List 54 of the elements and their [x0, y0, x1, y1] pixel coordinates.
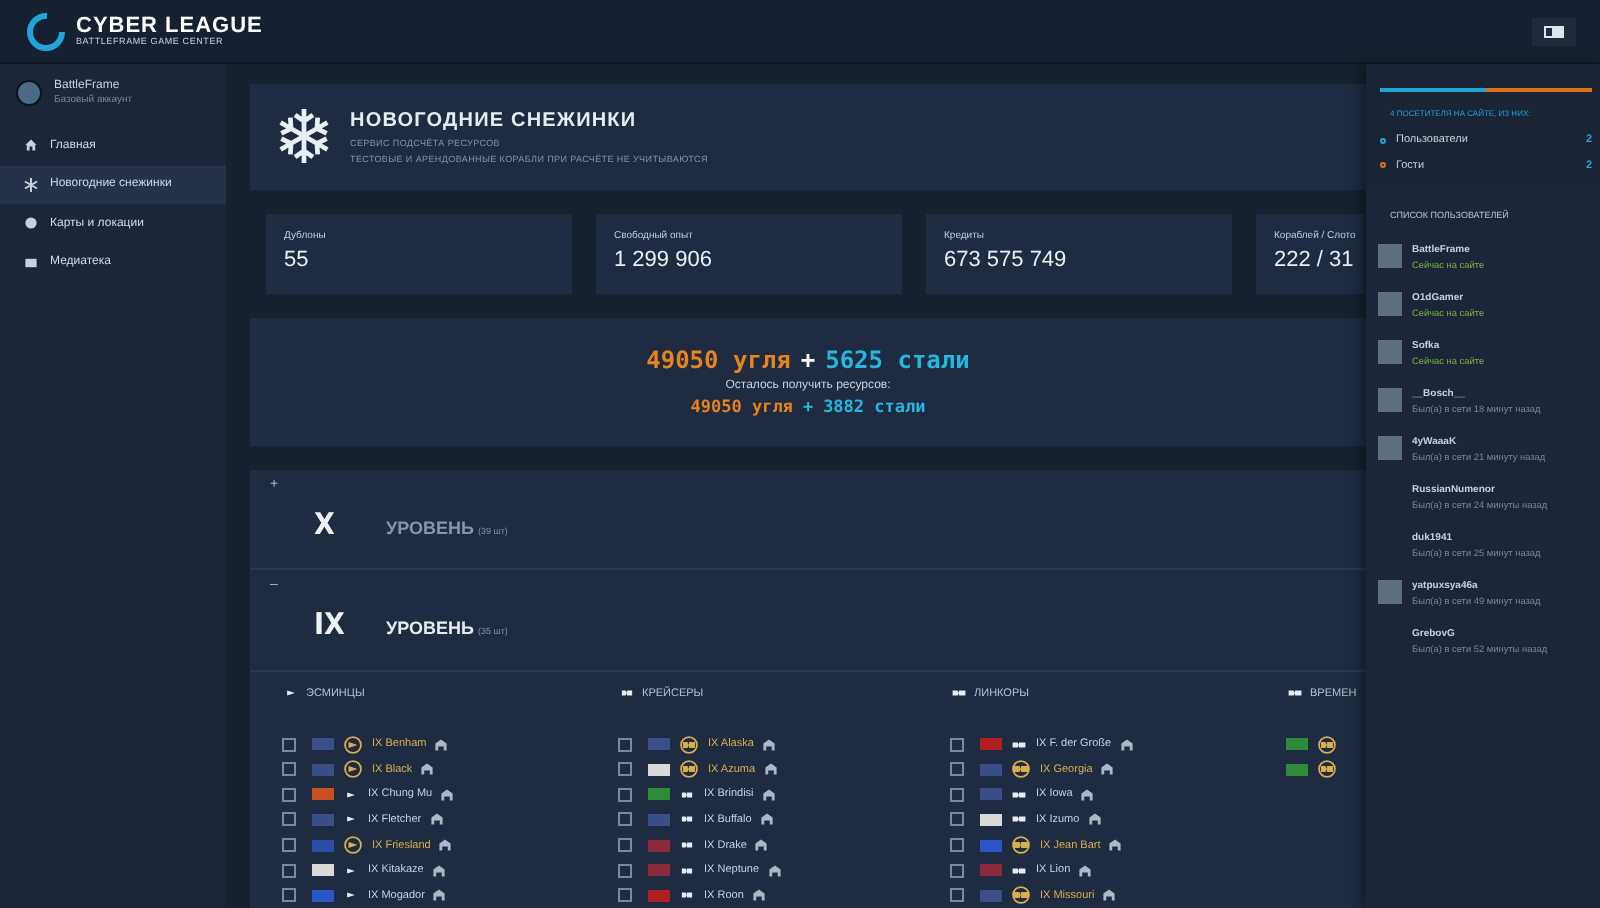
premium-ship-icon [342, 735, 364, 754]
checkbox[interactable] [618, 762, 632, 777]
logo-title: CYBER LEAGUE [76, 15, 263, 38]
coal-remaining: 49050 угля [690, 397, 793, 418]
steel-total: 5625 стали [825, 345, 970, 374]
checkbox[interactable] [282, 888, 296, 903]
premium-ship-icon [678, 735, 700, 754]
checkbox[interactable] [618, 812, 632, 827]
tier-label: УРОВЕНЬ [386, 617, 474, 638]
checkbox[interactable] [282, 737, 296, 752]
snowflake-icon [24, 177, 38, 192]
checkbox[interactable] [950, 863, 964, 878]
premium-ship-icon [342, 836, 364, 855]
checkbox[interactable] [618, 863, 632, 878]
checkbox[interactable] [618, 888, 632, 903]
tier-numeral: X [314, 505, 337, 542]
tier-label: УРОВЕНЬ [386, 517, 474, 538]
tier-numeral: IX [314, 605, 347, 642]
premium-ship-icon [1010, 760, 1032, 779]
checkbox[interactable] [618, 838, 632, 853]
stat-value: 222 / 31 [1274, 247, 1356, 272]
checkbox[interactable] [282, 812, 296, 827]
home-icon [24, 138, 38, 153]
checkbox[interactable] [950, 812, 964, 827]
checkbox[interactable] [950, 787, 964, 802]
checkbox[interactable] [282, 863, 296, 878]
banner-title: НОВОГОДНИЕ СНЕЖИНКИ [350, 109, 639, 132]
premium-ship-icon [1010, 836, 1032, 855]
checkbox[interactable] [950, 888, 964, 903]
premium-ship-icon [1316, 760, 1338, 779]
premium-ship-icon [1010, 886, 1032, 905]
checkbox[interactable] [282, 762, 296, 777]
stat-value: 673 575 749 [944, 247, 1069, 272]
checkbox[interactable] [618, 737, 632, 752]
checkbox[interactable] [618, 787, 632, 802]
stat-value: 1 299 906 [614, 247, 714, 272]
plus-sign: + [800, 345, 816, 374]
avatar [16, 80, 42, 106]
checkbox[interactable] [950, 762, 964, 777]
premium-ship-icon [1316, 735, 1338, 754]
logo-icon [24, 9, 68, 53]
premium-ship-icon [678, 760, 700, 779]
checkbox[interactable] [282, 838, 296, 853]
checkbox[interactable] [950, 737, 964, 752]
profile-card-icon [1544, 25, 1564, 37]
coal-total: 49050 угля [646, 345, 791, 374]
checkbox[interactable] [282, 787, 296, 802]
snowflake-icon [274, 106, 334, 167]
steel-remaining: 3882 стали [823, 397, 926, 418]
premium-ship-icon [342, 760, 364, 779]
plus-sign: + [802, 397, 814, 418]
user-menu-button[interactable] [1532, 17, 1576, 45]
stat-value: 55 [284, 247, 311, 272]
checkbox[interactable] [950, 838, 964, 853]
